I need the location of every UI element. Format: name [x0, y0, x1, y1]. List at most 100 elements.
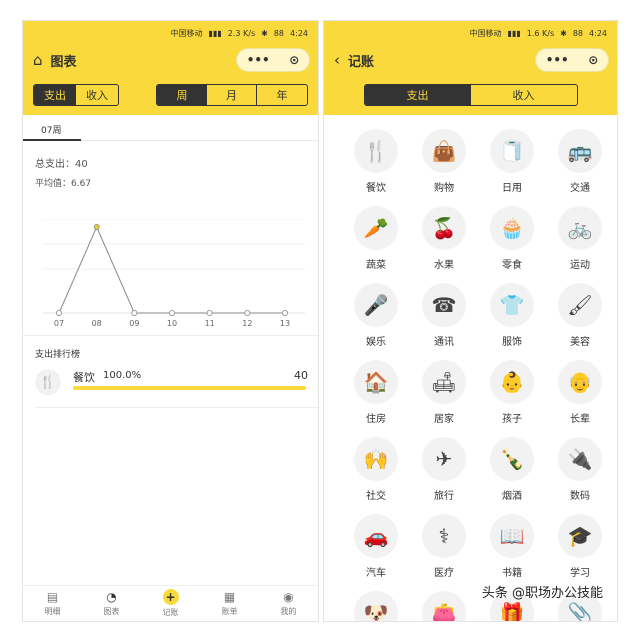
category-label: 旅行	[434, 491, 454, 502]
category-label: 美容	[570, 337, 590, 348]
category-item[interactable]: 🖌 美容	[550, 283, 610, 359]
close-icon[interactable]: ⊙	[289, 53, 299, 67]
home-icon[interactable]: ⌂	[33, 51, 43, 69]
category-item[interactable]: 🙌 社交	[346, 437, 406, 513]
rank-item-amount: 40	[294, 369, 308, 382]
more-icon[interactable]: •••	[247, 53, 270, 67]
category-item[interactable]: 🏠 住房	[346, 360, 406, 436]
series-line	[58, 225, 285, 314]
tab-income[interactable]: 收入	[471, 85, 577, 105]
category-item[interactable]: 👜 购物	[414, 129, 474, 205]
close-icon[interactable]: ⊙	[588, 53, 598, 67]
cherry-icon: 🍒	[422, 206, 466, 250]
category-label: 服饰	[502, 337, 522, 348]
rank-item-catering[interactable]: 🍴 餐饮 100.0% 40	[35, 365, 318, 405]
list-icon: ▤	[46, 590, 59, 604]
category-item[interactable]: 🍒 水果	[414, 206, 474, 282]
nav-label: 图表	[103, 607, 120, 616]
x-tick-label: 09	[129, 319, 139, 328]
wallet-icon: 👛	[422, 591, 466, 621]
type-toggle: 支出 收入	[33, 84, 119, 106]
category-item[interactable]: 📖 书籍	[482, 514, 542, 590]
top-area: 中国移动 ▮▮▮ 2.3 K/s ✱ 88 4:24 ⌂ 图表 ••• ⊙ 支出…	[23, 21, 318, 115]
category-label: 餐饮	[366, 183, 386, 194]
tab-week[interactable]: 周	[157, 85, 207, 105]
bill-icon: ▦	[223, 590, 236, 604]
category-item[interactable]: ☎ 通讯	[414, 283, 474, 359]
nav-record[interactable]: + 记账	[141, 586, 200, 621]
tab-month[interactable]: 月	[207, 85, 257, 105]
category-item[interactable]: 🛋 居家	[414, 360, 474, 436]
tab-expense[interactable]: 支出	[364, 85, 471, 105]
category-item[interactable]: 👴 长辈	[550, 360, 610, 436]
category-label: 通讯	[434, 337, 454, 348]
data-point[interactable]	[131, 310, 138, 317]
bus-icon: 🚌	[558, 129, 602, 173]
nav-label: 明细	[44, 607, 61, 616]
category-item[interactable]: 👛	[414, 591, 474, 621]
rank-title: 支出排行榜	[35, 350, 81, 360]
data-point[interactable]	[206, 310, 213, 317]
data-point[interactable]	[168, 310, 175, 317]
category-item[interactable]: 🚲 运动	[550, 206, 610, 282]
social-icon: 🙌	[354, 437, 398, 481]
category-label: 长辈	[570, 414, 590, 425]
add-icon: +	[162, 589, 179, 605]
category-item[interactable]: 🔌 数码	[550, 437, 610, 513]
tab-year[interactable]: 年	[257, 85, 307, 105]
page-title: 图表	[50, 54, 77, 70]
bottom-nav: ▤ 明细 ◔ 图表 + 记账 ▦ 账单 ◉ 我的	[23, 585, 318, 621]
fork-knife-icon: 🍴	[35, 369, 61, 395]
category-item[interactable]: 🚌 交通	[550, 129, 610, 205]
data-point[interactable]	[244, 310, 251, 317]
car-icon: 🚗	[354, 514, 398, 558]
tshirt-icon: 👕	[490, 283, 534, 327]
category-item[interactable]: 🎓 学习	[550, 514, 610, 590]
week-tab-underline	[23, 139, 81, 141]
back-icon[interactable]: ‹	[334, 51, 340, 69]
nav-detail[interactable]: ▤ 明细	[23, 586, 82, 621]
category-label: 居家	[434, 414, 454, 425]
category-item[interactable]: 🐶	[346, 591, 406, 621]
total-expense: 总支出：40	[23, 155, 318, 170]
average-label: 平均值：	[35, 179, 72, 189]
fork-knife-icon: 🍴	[354, 129, 398, 173]
network-speed: 1.6 K/s	[526, 28, 555, 38]
category-label: 汽车	[366, 568, 386, 579]
category-item[interactable]: ✈ 旅行	[414, 437, 474, 513]
category-item[interactable]: 🥕 蔬菜	[346, 206, 406, 282]
status-bar: 中国移动 ▮▮▮ 1.6 K/s ✱ 88 4:24	[324, 21, 617, 45]
category-label: 住房	[366, 414, 386, 425]
clock: 4:24	[290, 28, 308, 38]
data-point[interactable]	[56, 310, 63, 317]
nav-label: 记账	[162, 608, 179, 617]
bag-icon: 👜	[422, 129, 466, 173]
category-label: 孩子	[502, 414, 522, 425]
category-item[interactable]: 👶 孩子	[482, 360, 542, 436]
category-item[interactable]: 👕 服饰	[482, 283, 542, 359]
bottle-icon: 🍾	[490, 437, 534, 481]
average-value: 6.67	[71, 179, 92, 189]
nav-bill[interactable]: ▦ 账单	[200, 586, 259, 621]
week-tab-07[interactable]: 07周	[41, 123, 61, 136]
more-icon[interactable]: •••	[546, 53, 569, 67]
category-item[interactable]: 🧻 日用	[482, 129, 542, 205]
category-item[interactable]: ⚕ 医疗	[414, 514, 474, 590]
category-item[interactable]: 🎤 娱乐	[346, 283, 406, 359]
total-label: 总支出：	[35, 159, 75, 170]
x-tick-label: 07	[54, 319, 64, 328]
category-label: 零食	[502, 260, 522, 271]
total-value: 40	[75, 159, 88, 170]
data-point[interactable]	[281, 310, 288, 317]
tab-expense[interactable]: 支出	[34, 85, 76, 105]
category-item[interactable]: 🚗 汽车	[346, 514, 406, 590]
category-item[interactable]: 🧁 零食	[482, 206, 542, 282]
tab-income[interactable]: 收入	[76, 85, 118, 105]
category-label: 购物	[434, 183, 454, 194]
nav-mine[interactable]: ◉ 我的	[259, 586, 318, 621]
divider	[35, 407, 318, 408]
nav-chart[interactable]: ◔ 图表	[82, 586, 141, 621]
category-item[interactable]: 🍾 烟酒	[482, 437, 542, 513]
data-point[interactable]	[93, 224, 100, 230]
category-item[interactable]: 🍴 餐饮	[346, 129, 406, 205]
